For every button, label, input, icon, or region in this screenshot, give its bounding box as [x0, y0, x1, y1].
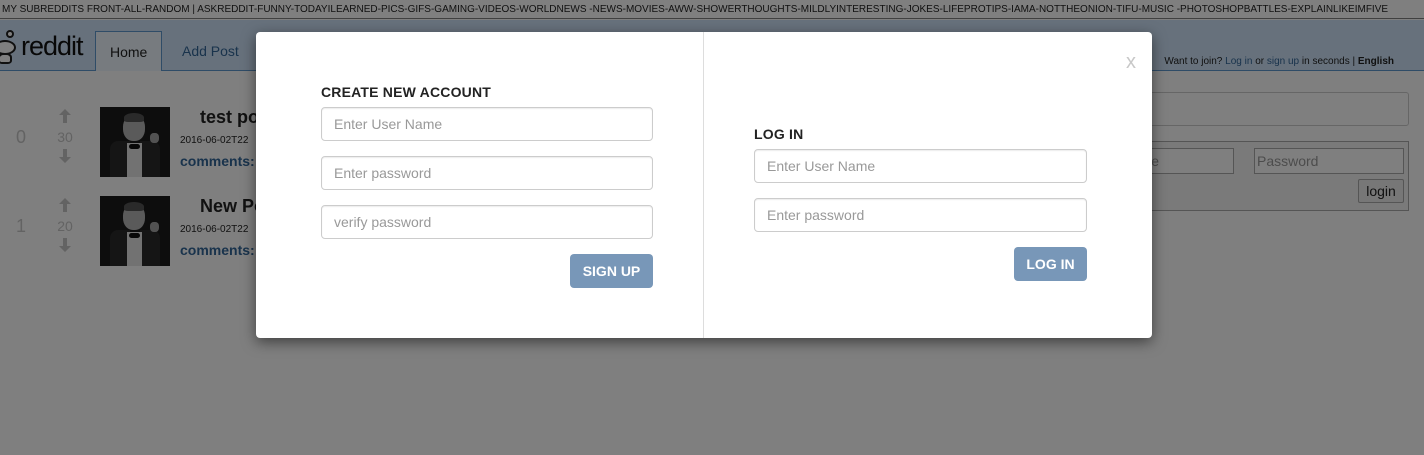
log-in-button[interactable]: LOG IN — [1014, 247, 1087, 281]
login-username-field[interactable] — [754, 149, 1087, 183]
page: MY SUBREDDITS FRONT-ALL-RANDOM | ASKREDD… — [0, 0, 1424, 455]
login-password-field[interactable] — [754, 198, 1087, 232]
signup-heading: CREATE NEW ACCOUNT — [321, 84, 492, 100]
auth-modal: x CREATE NEW ACCOUNT SIGN UP LOG IN LOG … — [256, 32, 1152, 338]
login-heading: LOG IN — [754, 126, 804, 142]
signup-username-field[interactable] — [321, 107, 653, 141]
sign-up-button[interactable]: SIGN UP — [570, 254, 653, 288]
signup-verify-password-field[interactable] — [321, 205, 653, 239]
close-icon[interactable]: x — [1126, 52, 1136, 72]
modal-divider — [703, 32, 704, 338]
signup-password-field[interactable] — [321, 156, 653, 190]
